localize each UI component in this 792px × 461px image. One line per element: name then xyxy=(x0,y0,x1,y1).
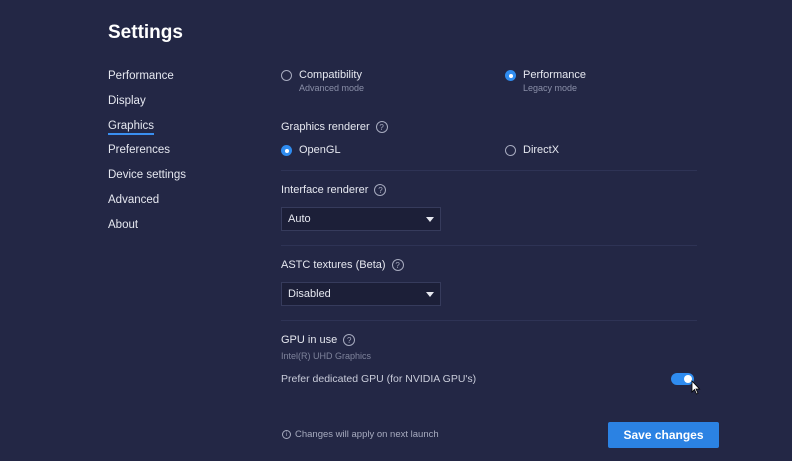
astc-select[interactable]: Disabled xyxy=(281,282,441,306)
page-title: Settings xyxy=(108,22,183,43)
help-circle-icon[interactable]: ? xyxy=(374,184,387,196)
astc-label: ASTC textures (Beta) xyxy=(281,259,386,271)
gpu-heading: GPU in use ? xyxy=(281,334,356,346)
mode-compatibility-sub: Advanced mode xyxy=(299,83,365,93)
divider xyxy=(281,320,697,321)
radio-checked-icon[interactable] xyxy=(505,70,516,81)
gpu-name: Intel(R) UHD Graphics xyxy=(281,351,372,361)
restart-note-text: Changes will apply on next launch xyxy=(295,429,439,440)
interface-renderer-select[interactable]: Auto xyxy=(281,207,441,231)
mouse-cursor-icon xyxy=(691,380,701,395)
help-circle-icon[interactable]: ? xyxy=(343,334,356,346)
divider xyxy=(281,245,697,246)
radio-unchecked-icon[interactable] xyxy=(505,145,516,156)
gpu-label: GPU in use xyxy=(281,334,338,346)
nav-item-display[interactable]: Display xyxy=(108,93,186,118)
renderer-directx-label: DirectX xyxy=(523,144,560,156)
mode-performance-sub: Legacy mode xyxy=(523,83,578,93)
nav-item-advanced[interactable]: Advanced xyxy=(108,192,186,217)
info-icon: i xyxy=(282,430,291,439)
help-circle-icon[interactable]: ? xyxy=(375,121,388,133)
mode-performance-label: Performance xyxy=(523,69,586,81)
nav-item-preferences[interactable]: Preferences xyxy=(108,142,186,167)
nav-item-device-settings[interactable]: Device settings xyxy=(108,167,186,192)
renderer-opengl-label: OpenGL xyxy=(299,144,341,156)
interface-renderer-value: Auto xyxy=(288,213,311,225)
nav-item-about[interactable]: About xyxy=(108,217,186,242)
divider xyxy=(281,170,697,171)
nav-item-graphics[interactable]: Graphics xyxy=(108,118,186,143)
save-changes-button[interactable]: Save changes xyxy=(608,422,719,448)
astc-value: Disabled xyxy=(288,288,331,300)
mode-performance-option[interactable]: Performance Legacy mode xyxy=(505,69,586,94)
restart-note: i Changes will apply on next launch xyxy=(282,429,439,440)
chevron-down-icon xyxy=(426,216,434,222)
renderer-directx-option[interactable]: DirectX xyxy=(505,144,559,157)
settings-nav: Performance Display Graphics Preferences… xyxy=(108,68,186,242)
chevron-down-icon xyxy=(426,291,434,297)
interface-renderer-label: Interface renderer xyxy=(281,184,369,196)
nav-item-performance[interactable]: Performance xyxy=(108,68,186,93)
renderer-opengl-option[interactable]: OpenGL xyxy=(281,144,341,157)
mode-compatibility-option[interactable]: Compatibility Advanced mode xyxy=(281,69,364,94)
interface-renderer-heading: Interface renderer ? xyxy=(281,184,387,196)
help-circle-icon[interactable]: ? xyxy=(391,259,404,271)
graphics-renderer-label: Graphics renderer xyxy=(281,121,370,133)
mode-compatibility-label: Compatibility xyxy=(299,69,362,81)
graphics-renderer-heading: Graphics renderer ? xyxy=(281,121,388,133)
astc-heading: ASTC textures (Beta) ? xyxy=(281,259,404,271)
radio-unchecked-icon[interactable] xyxy=(281,70,292,81)
prefer-dedicated-gpu-label: Prefer dedicated GPU (for NVIDIA GPU's) xyxy=(281,373,477,385)
radio-checked-icon[interactable] xyxy=(281,145,292,156)
